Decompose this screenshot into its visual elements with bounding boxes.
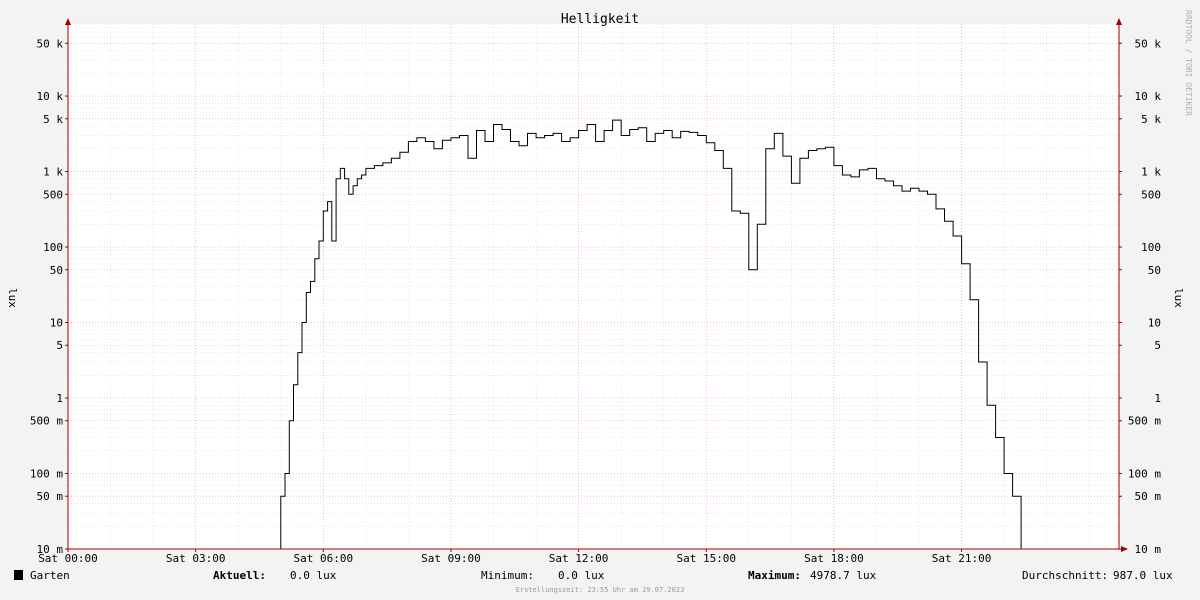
current-label: Aktuell: — [213, 569, 266, 582]
average-value: 987.0 lux — [1113, 569, 1173, 582]
chart-title: Helligkeit — [561, 12, 639, 27]
x-tick-label: Sat 21:00 — [932, 552, 992, 565]
y-tick-label-left: 10 — [50, 317, 63, 330]
minimum-value: 0.0 lux — [558, 569, 605, 582]
y-axis-label-right: lux — [1172, 288, 1185, 308]
current-value: 0.0 lux — [290, 569, 337, 582]
watermark: RRDTOOL / TOBI OETIKER — [1184, 10, 1193, 116]
y-tick-label-right: 1 k — [1141, 166, 1161, 179]
y-tick-label-right: 10 — [1148, 317, 1161, 330]
creation-time: Erstellungszeit: 23:55 Uhr am 29.07.2023 — [516, 586, 685, 594]
y-tick-label-left: 5 — [56, 339, 63, 352]
x-tick-label: Sat 03:00 — [166, 552, 226, 565]
x-tick-label: Sat 18:00 — [804, 552, 864, 565]
y-tick-label-right: 1 — [1154, 392, 1161, 405]
y-tick-label-right: 50 — [1148, 264, 1161, 277]
y-tick-label-right: 100 — [1141, 241, 1161, 254]
y-tick-label-left: 1 — [56, 392, 63, 405]
y-tick-label-right: 100 m — [1128, 468, 1161, 481]
y-tick-label-right: 10 k — [1135, 90, 1162, 103]
average-label: Durchschnitt: — [1022, 569, 1108, 582]
legend-swatch-garten — [14, 570, 23, 580]
maximum-value: 4978.7 lux — [810, 569, 877, 582]
y-tick-label-left: 100 m — [30, 468, 63, 481]
y-tick-label-left: 100 — [43, 241, 63, 254]
y-tick-label-right: 10 m — [1135, 543, 1162, 556]
legend-label-garten: Garten — [30, 569, 70, 582]
y-tick-label-left: 1 k — [43, 166, 63, 179]
y-tick-label-left: 50 k — [37, 37, 64, 50]
y-tick-label-right: 5 — [1154, 339, 1161, 352]
y-tick-label-left: 50 m — [37, 490, 64, 503]
y-tick-label-left: 500 m — [30, 415, 63, 428]
x-tick-label: Sat 15:00 — [676, 552, 736, 565]
brightness-chart: Helligkeit RRDTOOL / TOBI OETIKER lux lu… — [0, 0, 1200, 600]
y-tick-label-right: 500 m — [1128, 415, 1161, 428]
y-tick-label-right: 50 k — [1135, 37, 1162, 50]
y-tick-label-right: 5 k — [1141, 113, 1161, 126]
y-axis-label-left: lux — [6, 288, 19, 308]
y-tick-label-left: 5 k — [43, 113, 63, 126]
maximum-label: Maximum: — [748, 569, 801, 582]
y-tick-label-right: 500 — [1141, 188, 1161, 201]
x-tick-label: Sat 09:00 — [421, 552, 481, 565]
y-tick-label-left: 10 k — [37, 90, 64, 103]
x-tick-label: Sat 00:00 — [38, 552, 98, 565]
y-tick-label-right: 50 m — [1135, 490, 1162, 503]
x-tick-label: Sat 06:00 — [293, 552, 353, 565]
x-tick-label: Sat 12:00 — [549, 552, 609, 565]
minimum-label: Minimum: — [481, 569, 534, 582]
y-tick-label-left: 500 — [43, 188, 63, 201]
y-tick-label-left: 50 — [50, 264, 63, 277]
